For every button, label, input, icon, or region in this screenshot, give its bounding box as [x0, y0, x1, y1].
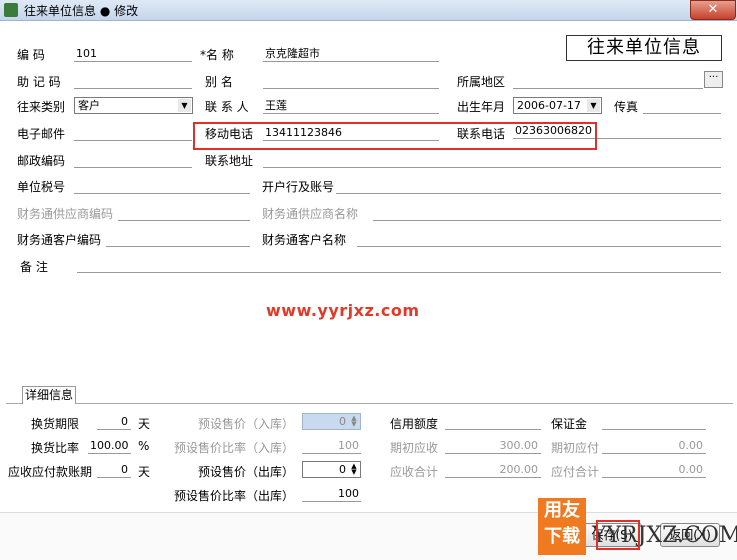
name-label: *名 称	[200, 48, 234, 62]
spinner-arrows-icon: ▲ ▼	[351, 414, 357, 428]
cwt-customer-name-field[interactable]	[357, 231, 721, 247]
cwt-supplier-name-label: 财务通供应商名称	[262, 207, 359, 221]
title-bar: 往来单位信息 ● 修改 ✕	[0, 0, 737, 21]
preset-price-in-value: 0	[339, 415, 346, 428]
credit-label: 信用额度	[390, 417, 439, 431]
payment-period-label: 应收应付款账期	[8, 465, 93, 479]
fax-field[interactable]	[643, 98, 721, 114]
highlight-box-save	[596, 520, 640, 550]
preset-price-out-spinner[interactable]: 0 ▲ ▼	[302, 461, 361, 478]
init-payable-field: 0.00	[602, 438, 706, 454]
region-label: 所属地区	[457, 75, 506, 89]
cwt-customer-name-label: 财务通客户名称	[262, 233, 347, 247]
exchange-period-label: 换货期限	[31, 417, 80, 431]
payment-period-unit: 天	[138, 465, 151, 479]
remark-field[interactable]	[77, 257, 721, 273]
site-logo: 用友 下载	[538, 498, 586, 555]
tax-label: 单位税号	[17, 180, 66, 194]
type-select[interactable]: 客户 ▼	[74, 97, 193, 114]
init-payable-label: 期初应付	[551, 441, 600, 455]
tab-detail[interactable]: 详细信息	[22, 386, 76, 404]
bank-label: 开户行及账号	[262, 180, 335, 194]
exchange-period-field[interactable]: 0	[97, 414, 131, 430]
cwt-supplier-name-field	[373, 205, 721, 221]
init-receivable-field: 300.00	[445, 438, 541, 454]
preset-price-out-value: 0	[339, 463, 346, 476]
preset-ratio-in-label: 预设售价比率（入库）	[174, 441, 295, 455]
cwt-supplier-code-field	[118, 205, 250, 221]
email-field[interactable]	[74, 125, 192, 141]
spinner-arrows-icon[interactable]: ▲ ▼	[349, 463, 359, 476]
preset-ratio-out-label: 预设售价比率（出库）	[174, 489, 295, 503]
highlight-box	[193, 122, 597, 150]
region-browse-button[interactable]: ···	[704, 71, 723, 88]
preset-price-in-label: 预设售价（入库）	[198, 417, 295, 431]
contact-label: 联 系 人	[205, 100, 249, 114]
type-label: 往来类别	[17, 100, 66, 114]
watermark-text: www.yyrjxz.com	[266, 301, 420, 320]
header-title: 往来单位信息	[566, 35, 722, 61]
remark-label: 备 注	[20, 260, 48, 274]
alias-field[interactable]	[263, 73, 439, 89]
payable-total-field: 0.00	[602, 462, 706, 478]
cwt-customer-code-field[interactable]	[106, 231, 250, 247]
address-field[interactable]	[263, 152, 721, 168]
exchange-period-unit: 天	[138, 417, 151, 431]
region-field[interactable]	[513, 73, 703, 89]
name-field[interactable]: 京克隆超市	[263, 46, 439, 62]
type-select-value: 客户	[78, 99, 100, 112]
receivable-total-label: 应收合计	[390, 465, 439, 479]
code-label: 编 码	[17, 48, 45, 62]
window-title: 往来单位信息 ● 修改	[24, 4, 139, 18]
tax-field[interactable]	[74, 178, 250, 194]
code-field[interactable]: 101	[74, 46, 192, 62]
mnemonic-label: 助 记 码	[17, 75, 61, 89]
tab-divider	[6, 403, 733, 404]
deposit-field[interactable]	[602, 414, 706, 430]
form-body: 往来单位信息 编 码 101 *名 称 京克隆超市 助 记 码 别 名 所属地区…	[0, 21, 737, 560]
chevron-down-icon[interactable]: ▼	[587, 99, 600, 112]
birth-date-picker[interactable]: 2006-07-17 ▼	[513, 97, 602, 114]
app-icon	[4, 3, 18, 17]
mnemonic-field[interactable]	[74, 73, 192, 89]
fax-label: 传真	[614, 100, 639, 114]
payment-period-field[interactable]: 0	[97, 462, 131, 478]
preset-price-in-spinner: 0 ▲ ▼	[302, 413, 361, 430]
email-label: 电子邮件	[17, 127, 66, 141]
exchange-ratio-label: 换货比率	[31, 441, 80, 455]
alias-label: 别 名	[205, 75, 233, 89]
logo-line2: 下载	[544, 526, 580, 547]
preset-ratio-out-field[interactable]: 100	[302, 486, 361, 502]
zip-label: 邮政编码	[17, 154, 66, 168]
cwt-supplier-code-label: 财务通供应商编码	[17, 207, 114, 221]
preset-price-out-label: 预设售价（出库）	[198, 465, 295, 479]
payable-total-label: 应付合计	[551, 465, 600, 479]
receivable-total-field: 200.00	[445, 462, 541, 478]
birth-date-value: 2006-07-17	[517, 99, 581, 112]
exchange-ratio-field[interactable]: 100.00	[88, 438, 131, 454]
deposit-label: 保证金	[551, 417, 588, 431]
cwt-customer-code-label: 财务通客户编码	[17, 233, 102, 247]
logo-line1: 用友	[544, 500, 580, 521]
preset-ratio-in-field: 100	[302, 438, 361, 454]
birth-label: 出生年月	[457, 100, 506, 114]
close-button[interactable]: ✕	[690, 0, 736, 20]
exchange-ratio-unit: %	[138, 439, 150, 453]
init-receivable-label: 期初应收	[390, 441, 439, 455]
bank-field[interactable]	[336, 178, 721, 194]
address-label: 联系地址	[205, 154, 254, 168]
credit-field[interactable]	[445, 414, 541, 430]
contact-field[interactable]: 王莲	[263, 98, 439, 114]
chevron-down-icon[interactable]: ▼	[178, 99, 191, 112]
zip-field[interactable]	[74, 152, 192, 168]
